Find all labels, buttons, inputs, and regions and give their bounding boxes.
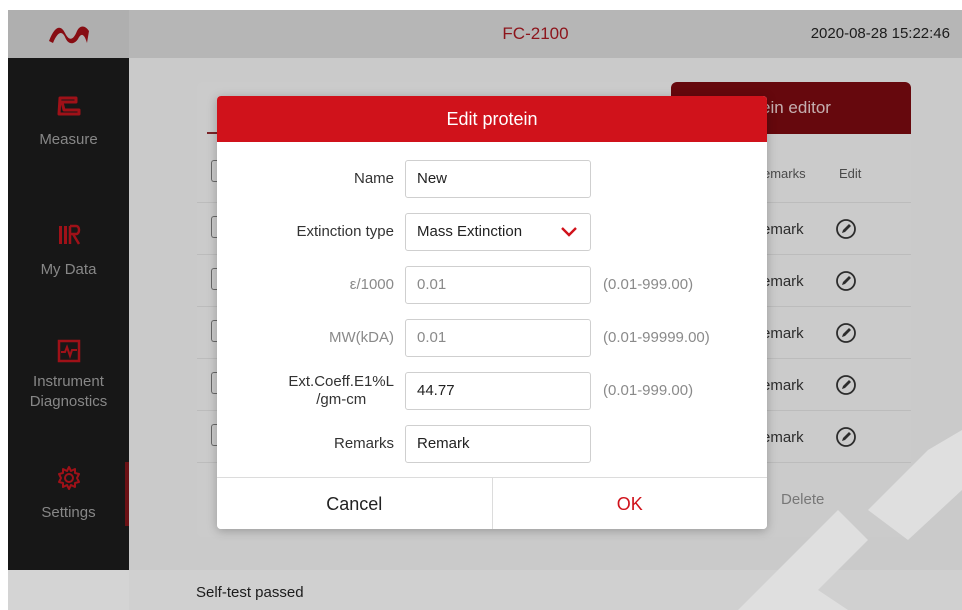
mw-field[interactable]: 0.01 [405,319,591,357]
edit-protein-dialog: Edit protein Name New Extinction type Ma… [217,96,767,529]
ext-coeff-row: Ext.Coeff.E1%L /gm-cm 44.77 (0.01-999.00… [217,372,767,410]
mw-row: MW(kDA) 0.01 (0.01-99999.00) [217,319,767,357]
chevron-down-icon [561,227,577,237]
dialog-title: Edit protein [217,96,767,142]
name-field[interactable]: New [405,160,591,198]
name-label: Name [353,170,394,187]
extinction-type-select[interactable]: Mass Extinction [405,213,591,251]
epsilon-range-hint: (0.01-999.00) [603,276,694,293]
ext-coeff-range-hint: (0.01-999.00) [603,382,694,399]
epsilon-label: ε/1000 [349,276,394,293]
epsilon-row: ε/1000 0.01 (0.01-999.00) [217,266,767,304]
extinction-type-label: Extinction type [296,223,394,240]
device-screen: FC-2100 2020-08-28 15:22:46 Measure My D… [8,10,962,610]
mw-range-hint: (0.01-99999.00) [603,329,710,346]
epsilon-field[interactable]: 0.01 [405,266,591,304]
remarks-row: Remarks Remark [217,425,767,463]
cancel-button[interactable]: Cancel [217,478,493,529]
dialog-footer: Cancel OK [217,477,767,529]
ok-button[interactable]: OK [492,478,767,529]
remarks-field[interactable]: Remark [405,425,591,463]
extinction-type-value: Mass Extinction [417,223,523,240]
ext-coeff-label: Ext.Coeff.E1%L /gm-cm [288,373,394,408]
name-row: Name New [217,160,767,198]
extinction-type-row: Extinction type Mass Extinction [217,213,767,251]
ext-coeff-field[interactable]: 44.77 [405,372,591,410]
remarks-label: Remarks [333,435,394,452]
mw-label: MW(kDA) [329,329,394,346]
